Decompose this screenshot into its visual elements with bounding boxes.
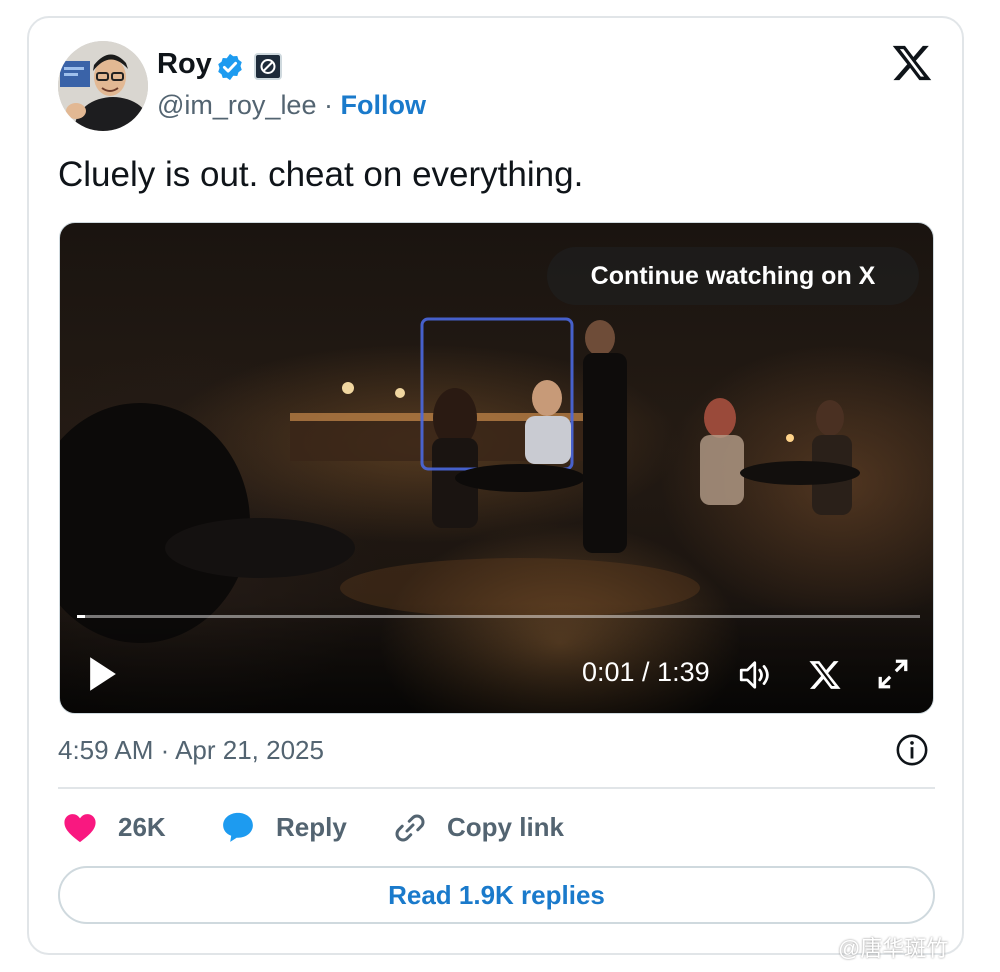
heart-icon[interactable] [63,812,97,844]
volume-icon[interactable] [738,659,774,691]
author-name[interactable]: Roy [157,48,212,81]
info-icon[interactable] [895,733,929,767]
divider [58,787,935,789]
watermark-text: @唐华斑竹 [838,936,949,961]
video-player[interactable]: Continue watching on X 0:01 / 1:39 [59,222,934,714]
continue-watching-button[interactable]: Continue watching on X [547,247,919,305]
progress-fill [77,615,86,618]
tweet-timestamp[interactable]: 4:59 AM · Apr 21, 2025 [58,735,324,766]
link-icon[interactable] [392,810,428,846]
x-logo-icon[interactable] [890,42,934,84]
avatar-photo [58,41,148,131]
fullscreen-icon[interactable] [876,657,910,691]
like-count[interactable]: 26K [118,812,166,843]
follow-button[interactable]: Follow [341,90,426,120]
read-replies-button[interactable]: Read 1.9K replies [58,866,935,924]
tweet-text: Cluely is out. cheat on everything. [58,155,584,194]
author-handle[interactable]: @im_roy_lee [157,90,316,120]
handle-row: @im_roy_lee · Follow [157,90,426,121]
watermark: @唐华斑竹 [838,931,948,963]
x-logo-video-icon[interactable] [808,658,842,692]
verified-badge-icon [218,53,242,81]
video-controls-gradient [60,603,933,713]
reply-button[interactable]: Reply [276,812,347,843]
copy-link-button[interactable]: Copy link [447,812,564,843]
progress-bar[interactable] [77,615,920,618]
video-time: 0:01 / 1:39 [582,657,710,687]
reply-bubble-icon[interactable] [220,810,256,844]
avatar[interactable] [58,41,148,131]
affiliate-badge-icon[interactable] [254,53,282,80]
separator-dot: · [323,90,333,120]
play-icon[interactable] [87,656,119,692]
